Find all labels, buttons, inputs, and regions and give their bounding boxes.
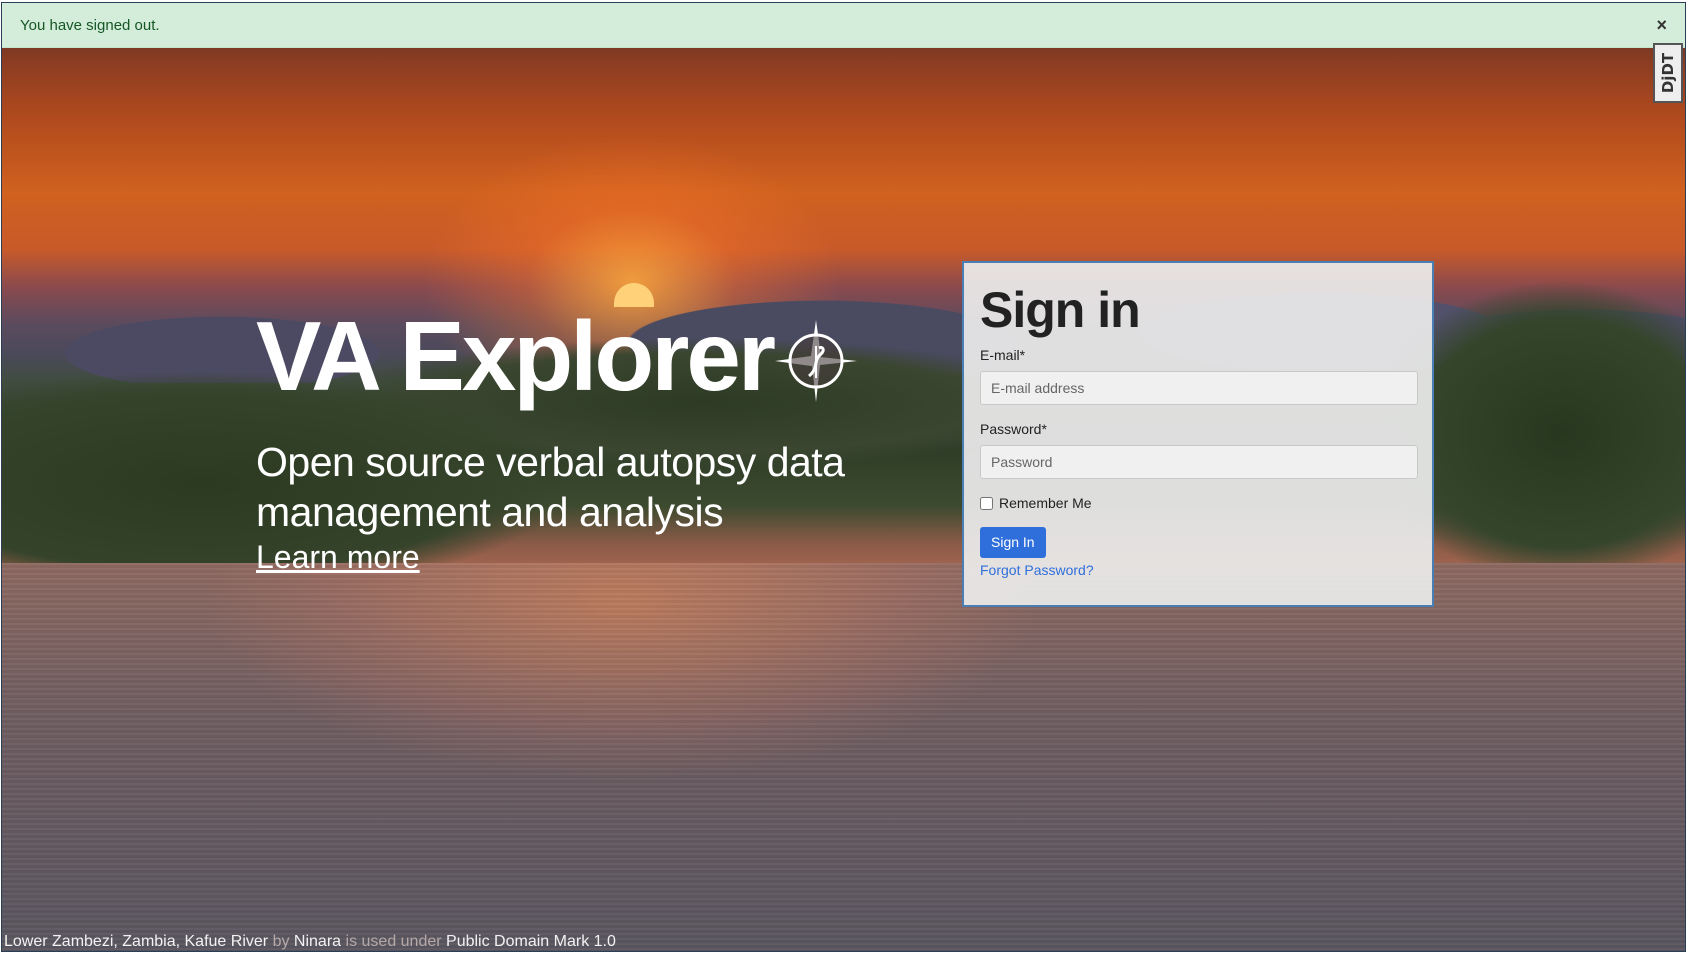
remember-me-row: Remember Me (980, 495, 1416, 511)
river-water (2, 563, 1685, 951)
credit-author-link[interactable]: Ninara (294, 933, 341, 950)
page-frame: You have signed out. × DjDT VA Explorer … (1, 2, 1686, 952)
hero-title: VA Explorer (256, 301, 858, 411)
app-title: VA Explorer (256, 301, 776, 411)
credit-by: by (272, 933, 290, 950)
signin-card: Sign in E-mail* Password* Remember Me Si… (962, 261, 1434, 607)
password-label: Password* (980, 421, 1047, 437)
remember-me-label: Remember Me (999, 495, 1092, 511)
sign-in-button[interactable]: Sign In (980, 527, 1046, 558)
photo-credit: Lower Zambezi, Zambia, Kafue River by Ni… (4, 933, 616, 951)
hero-subtitle: Open source verbal autopsy data manageme… (256, 439, 845, 535)
remember-me-checkbox[interactable] (980, 496, 993, 510)
debug-toolbar-label: DjDT (1659, 52, 1677, 94)
email-label: E-mail* (980, 347, 1026, 363)
compass-icon (775, 319, 858, 402)
email-field[interactable] (980, 371, 1418, 405)
credit-title-link[interactable]: Lower Zambezi, Zambia, Kafue River (4, 933, 268, 950)
debug-toolbar-handle[interactable]: DjDT (1653, 43, 1683, 103)
password-field[interactable] (980, 445, 1418, 479)
credit-used-under: is used under (345, 933, 442, 950)
learn-more-link[interactable]: Learn more (256, 539, 420, 576)
alert-message: You have signed out. (20, 17, 160, 34)
forgot-password-link[interactable]: Forgot Password? (980, 562, 1416, 578)
credit-license-link[interactable]: Public Domain Mark 1.0 (446, 933, 616, 950)
signed-out-alert: You have signed out. × (2, 3, 1685, 48)
close-icon[interactable]: × (1656, 3, 1667, 48)
signin-heading: Sign in (980, 282, 1141, 338)
